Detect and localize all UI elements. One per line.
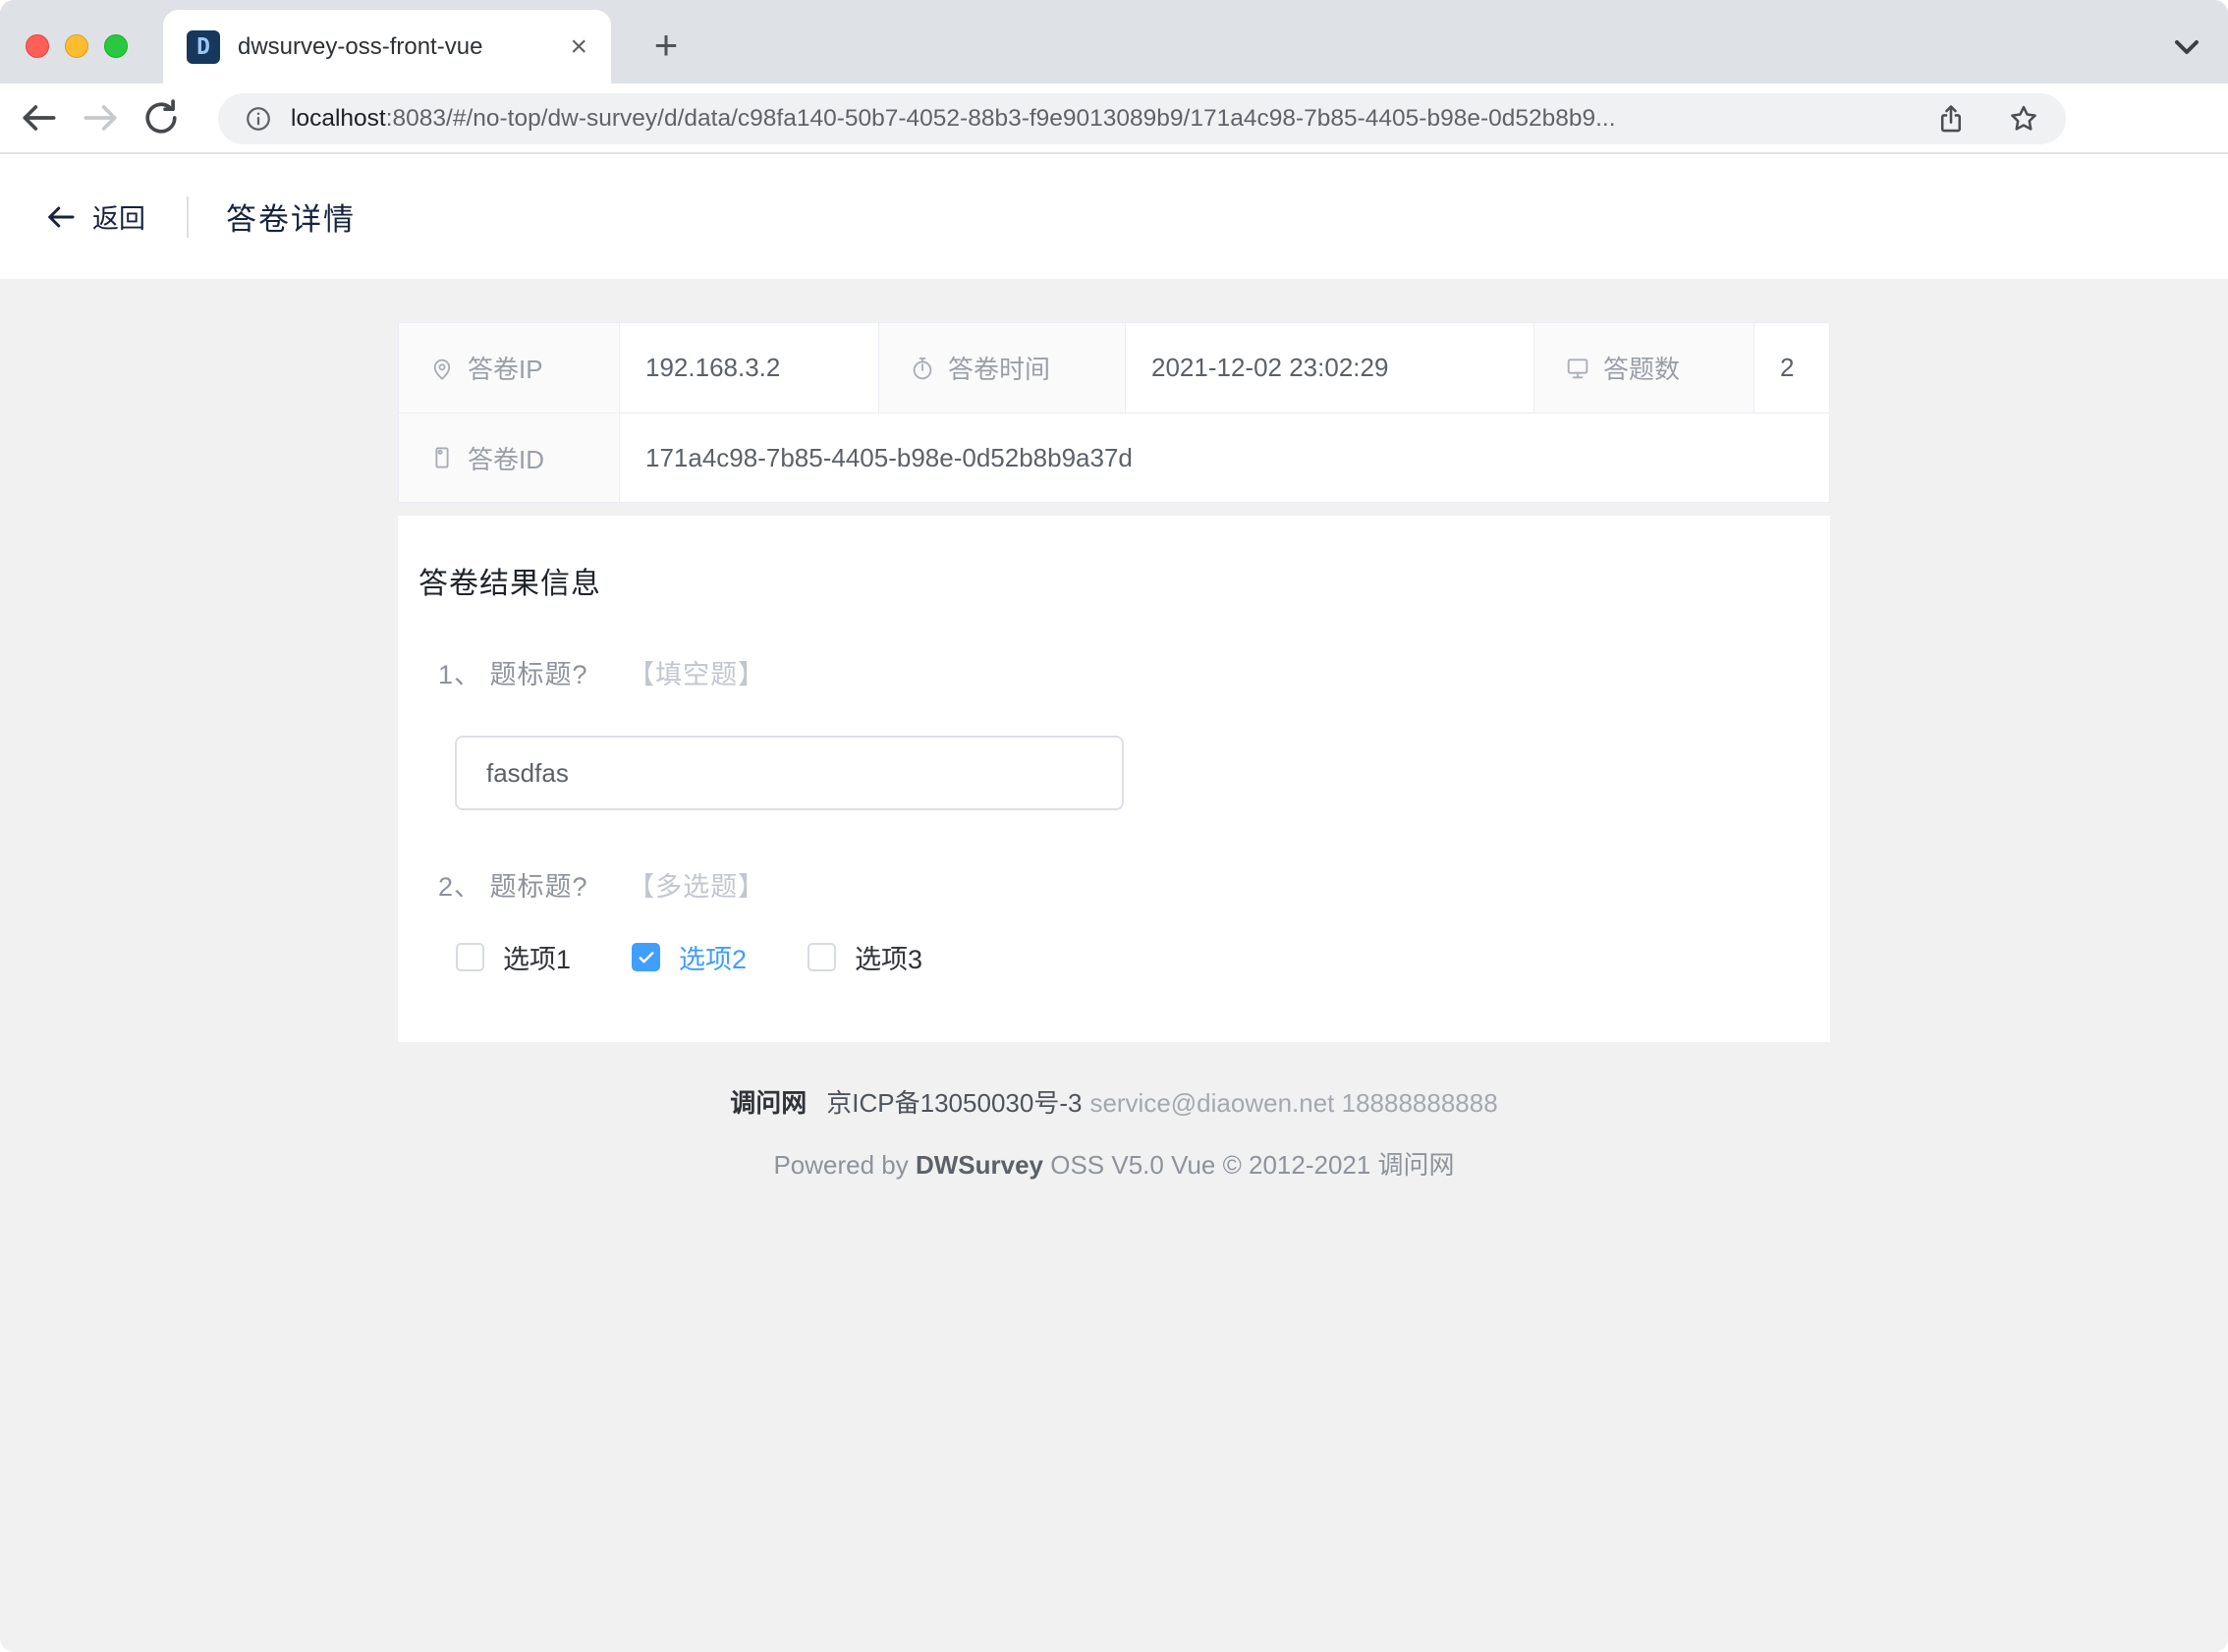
traffic-lights xyxy=(26,34,128,58)
location-pin-icon xyxy=(428,355,456,382)
footer-contact: service@diaowen.net 18888888888 xyxy=(1089,1088,1497,1118)
forward-icon[interactable] xyxy=(79,96,122,139)
footer-site-line: 调问网京ICP备13050030号-3service@diaowen.net 1… xyxy=(0,1083,2228,1120)
answer-meta-table: 答卷IP 192.168.3.2 答卷时间 2021-12-02 23:02:2… xyxy=(398,322,1830,503)
question-1-number: 1、 xyxy=(438,660,481,689)
question-1-type-tag: 【填空题】 xyxy=(628,660,765,689)
back-label: 返回 xyxy=(92,197,145,236)
zoom-window-button[interactable] xyxy=(104,34,128,58)
tab-strip: D dwsurvey-oss-front-vue × + xyxy=(0,0,2228,83)
checkbox-icon[interactable] xyxy=(456,943,484,971)
checkbox-icon[interactable] xyxy=(632,943,660,971)
answer-count-value-cell: 2 xyxy=(1755,323,1829,413)
table-row: 答卷IP 192.168.3.2 答卷时间 2021-12-02 23:02:2… xyxy=(399,323,1829,413)
new-tab-button[interactable]: + xyxy=(641,22,692,73)
back-arrow-icon xyxy=(43,199,79,235)
back-icon[interactable] xyxy=(18,96,61,139)
answer-ip-value: 192.168.3.2 xyxy=(645,353,780,383)
answer-time-value: 2021-12-02 23:02:29 xyxy=(1151,353,1388,383)
tab-close-icon[interactable]: × xyxy=(570,32,587,62)
stopwatch-icon xyxy=(909,355,936,382)
minimize-window-button[interactable] xyxy=(65,34,88,58)
question-2-number: 2、 xyxy=(438,872,481,902)
tab-search-chevron-icon[interactable] xyxy=(2167,28,2206,57)
checkbox-label[interactable]: 选项2 xyxy=(679,938,747,976)
url-host: localhost xyxy=(291,105,386,132)
page-content: 答卷IP 192.168.3.2 答卷时间 2021-12-02 23:02:2… xyxy=(0,279,2228,1652)
checkbox-option-1[interactable]: 选项1 xyxy=(456,938,571,976)
checkbox-label[interactable]: 选项1 xyxy=(503,938,571,976)
favicon-icon: D xyxy=(187,30,220,64)
answer-id-value-cell: 171a4c98-7b85-4405-b98e-0d52b8b9a37d xyxy=(620,413,1829,502)
answer-count-label-cell: 答题数 xyxy=(1534,323,1755,413)
question-2-title: 2、 题标题? 【多选题】 xyxy=(438,865,765,904)
url-path: :8083/#/no-top/dw-survey/d/data/c98fa140… xyxy=(386,105,1616,132)
table-row: 答卷ID 171a4c98-7b85-4405-b98e-0d52b8b9a37… xyxy=(399,413,1829,502)
question-2-type-tag: 【多选题】 xyxy=(628,872,765,902)
answer-time-label-cell: 答卷时间 xyxy=(879,323,1126,413)
browser-tab[interactable]: D dwsurvey-oss-front-vue × xyxy=(163,10,611,83)
checkbox-option-2[interactable]: 选项2 xyxy=(632,938,747,976)
answer-ip-value-cell: 192.168.3.2 xyxy=(620,323,879,413)
checkbox-icon[interactable] xyxy=(808,943,836,971)
page-header: 返回 答卷详情 xyxy=(0,154,2228,279)
answer-ip-label-cell: 答卷IP xyxy=(399,323,620,413)
answer-id-value: 171a4c98-7b85-4405-b98e-0d52b8b9a37d xyxy=(645,443,1133,473)
back-button[interactable]: 返回 xyxy=(43,197,145,236)
answer-count-label: 答题数 xyxy=(1603,350,1680,386)
answer-id-label: 答卷ID xyxy=(468,440,544,476)
answer-ip-label: 答卷IP xyxy=(468,350,543,386)
answer-time-value-cell: 2021-12-02 23:02:29 xyxy=(1126,323,1534,413)
site-info-icon[interactable] xyxy=(244,104,273,134)
monitor-icon xyxy=(1564,355,1591,382)
url-text: localhost:8083/#/no-top/dw-survey/d/data… xyxy=(291,105,1895,133)
footer-brand: DWSurvey xyxy=(916,1150,1043,1180)
tag-icon xyxy=(428,444,456,471)
footer-powered-line: Powered by DWSurvey OSS V5.0 Vue © 2012-… xyxy=(0,1145,2228,1182)
checkbox-option-3[interactable]: 选项3 xyxy=(808,938,922,976)
footer-site-name: 调问网 xyxy=(730,1088,807,1118)
tab-title: dwsurvey-oss-front-vue xyxy=(238,33,556,61)
browser-window: D dwsurvey-oss-front-vue × + localhost:8… xyxy=(0,0,2228,1652)
answer-id-label-cell: 答卷ID xyxy=(399,413,620,502)
reload-icon[interactable] xyxy=(139,96,183,139)
answer-time-label: 答卷时间 xyxy=(948,350,1050,386)
footer-powered-prefix: Powered by xyxy=(773,1150,916,1180)
bookmark-star-icon[interactable] xyxy=(2007,102,2040,136)
question-1-title: 1、 题标题? 【填空题】 xyxy=(438,653,765,691)
answer-count-value: 2 xyxy=(1780,353,1794,383)
close-window-button[interactable] xyxy=(26,34,49,58)
footer-powered-suffix: OSS V5.0 Vue © 2012-2021 调问网 xyxy=(1043,1150,1455,1180)
checkbox-group: 选项1 选项2 选项3 xyxy=(456,938,922,976)
checkbox-label[interactable]: 选项3 xyxy=(855,938,922,976)
page-title: 答卷详情 xyxy=(226,194,356,239)
footer-icp: 京ICP备13050030号-3 xyxy=(826,1088,1082,1118)
question-1-text: 题标题? xyxy=(490,660,588,689)
result-card-title: 答卷结果信息 xyxy=(418,559,601,602)
header-divider xyxy=(187,196,189,238)
share-icon[interactable] xyxy=(1934,102,1968,136)
url-bar[interactable]: localhost:8083/#/no-top/dw-survey/d/data… xyxy=(218,93,2066,144)
question-2-text: 题标题? xyxy=(490,872,588,902)
answer-input[interactable] xyxy=(455,736,1124,810)
browser-toolbar: localhost:8083/#/no-top/dw-survey/d/data… xyxy=(0,83,2228,154)
result-card: 答卷结果信息 1、 题标题? 【填空题】 2、 题标题? 【多选题】 选项1 xyxy=(398,516,1830,1042)
